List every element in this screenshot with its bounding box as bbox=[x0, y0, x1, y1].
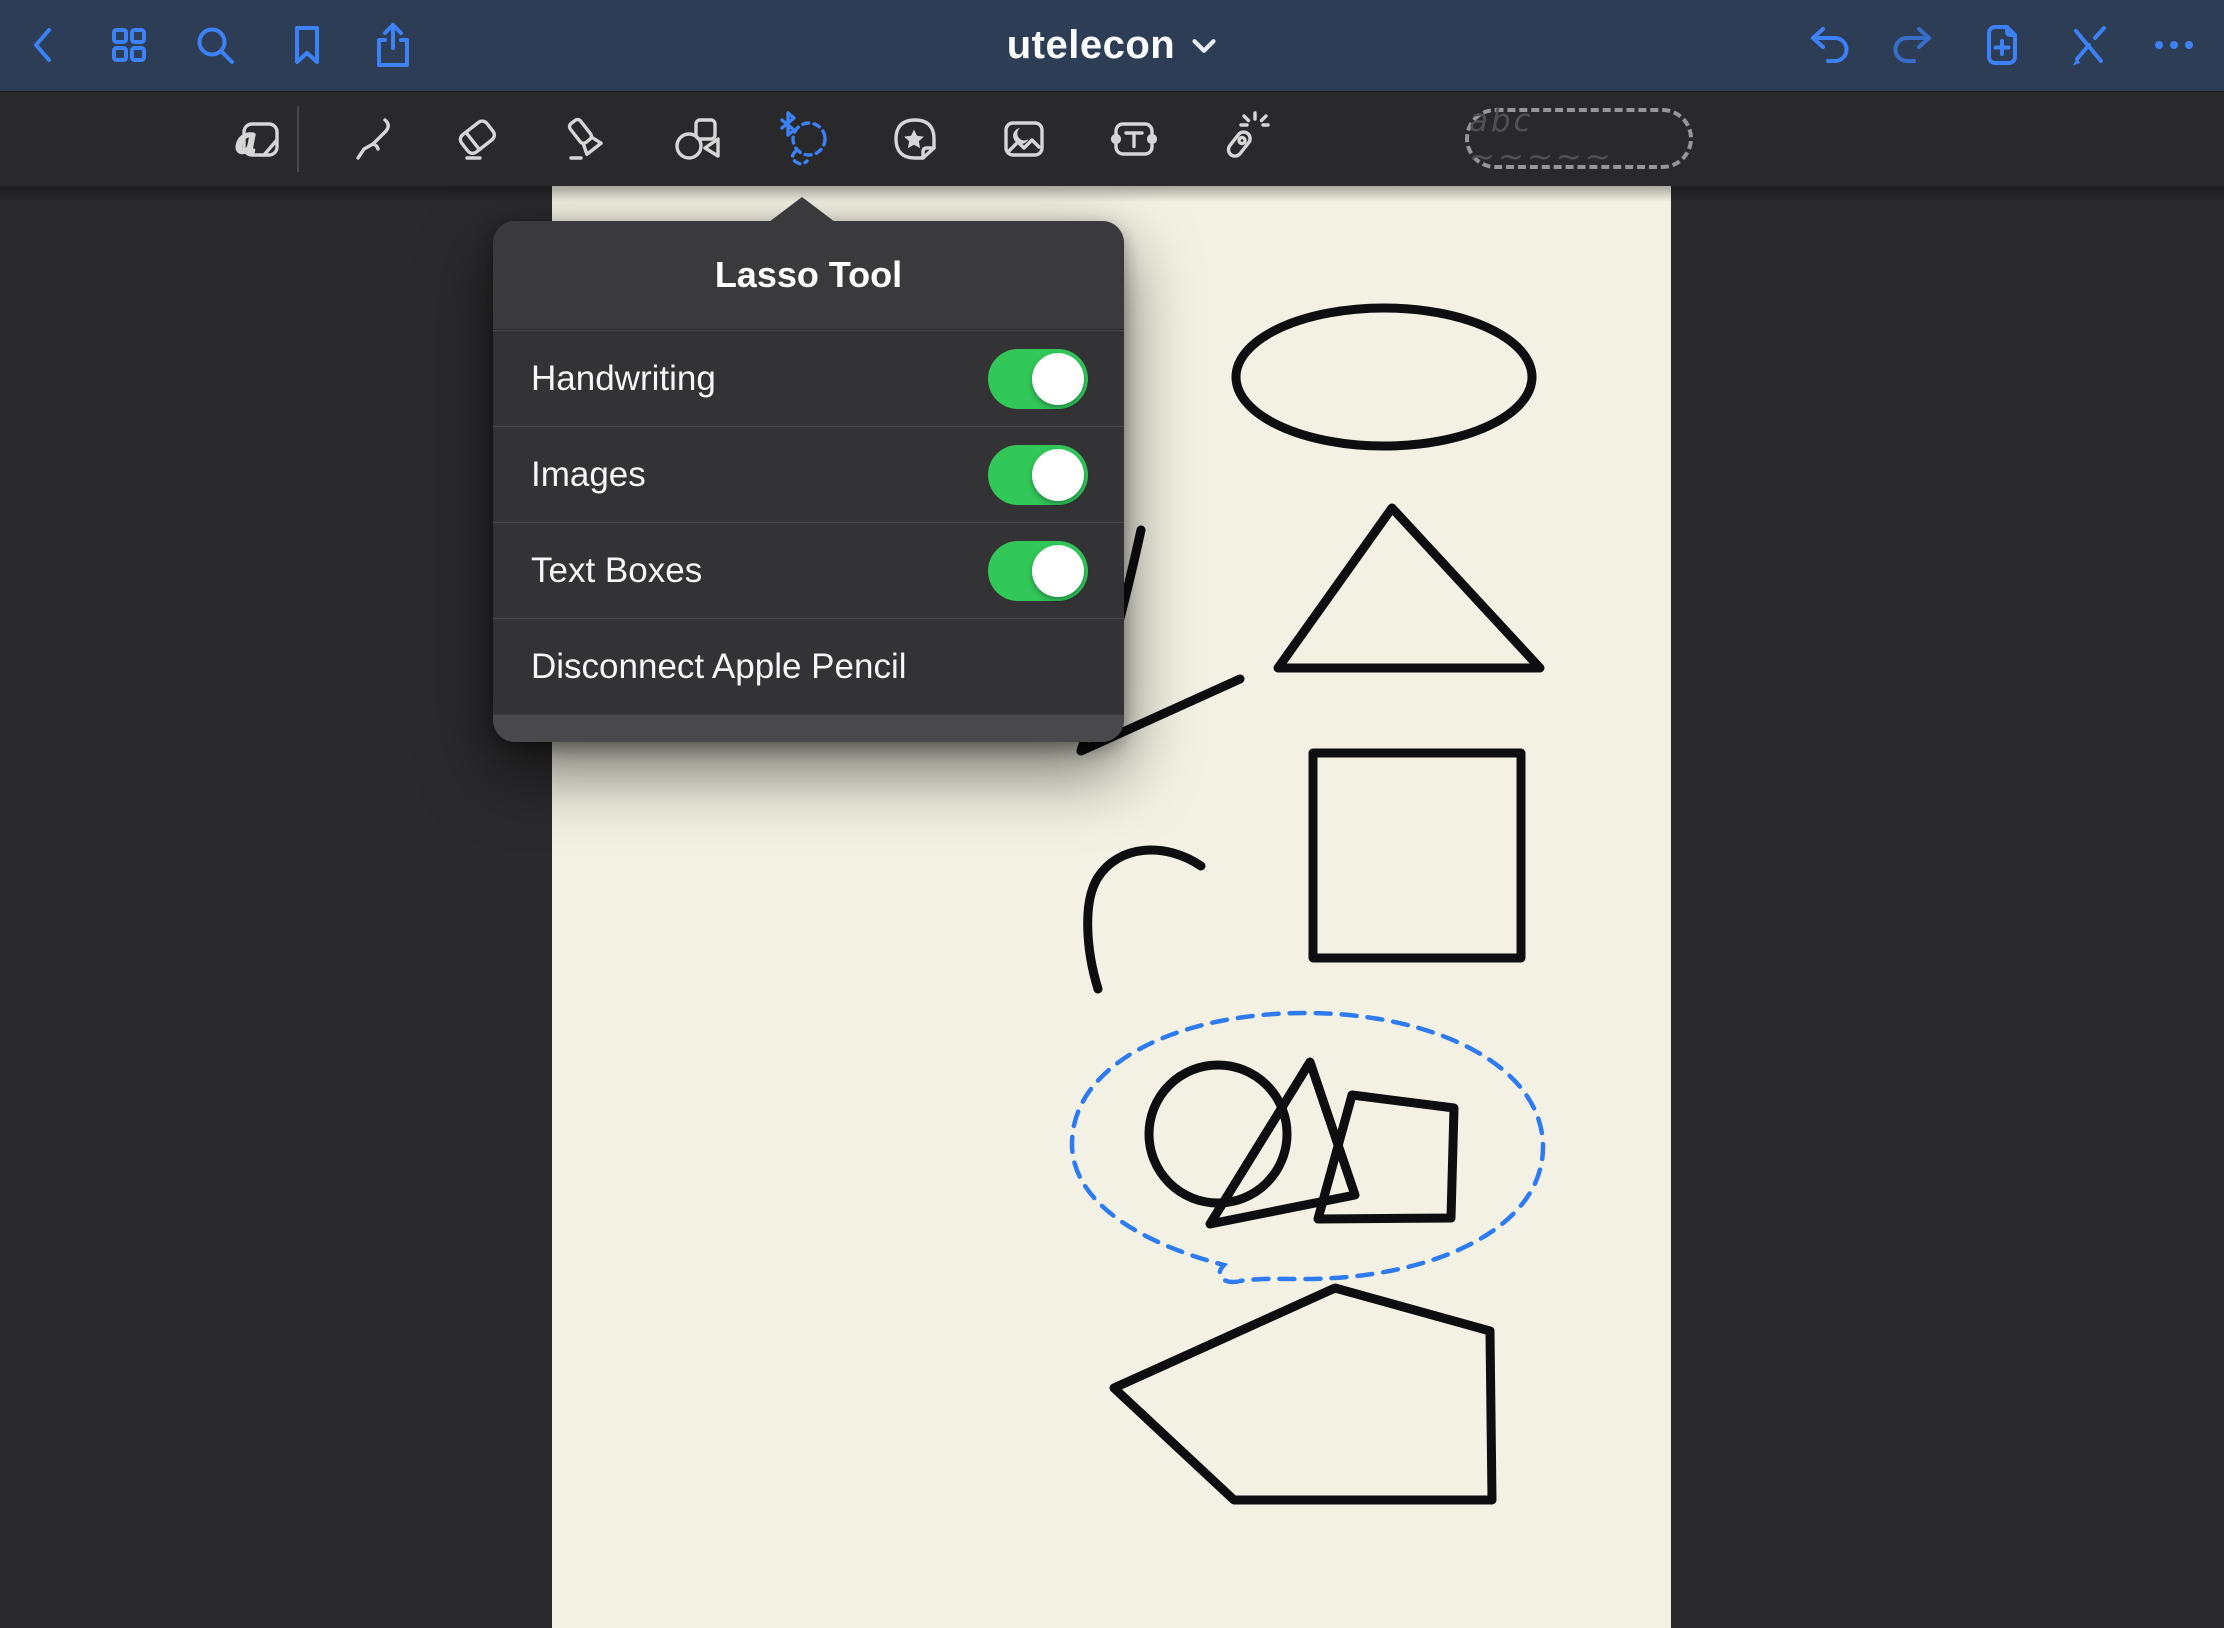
back-chevron-icon bbox=[15, 17, 71, 73]
drawn-square bbox=[1313, 753, 1521, 958]
navigation-bar bbox=[0, 0, 2224, 91]
pointer-tool[interactable] bbox=[1212, 111, 1268, 167]
pen-tool[interactable] bbox=[343, 111, 399, 167]
images-label: Images bbox=[531, 455, 988, 495]
shapes-tool[interactable] bbox=[668, 111, 724, 167]
sticker-star-icon bbox=[887, 111, 943, 167]
ellipsis-icon bbox=[2146, 17, 2202, 73]
undo-button[interactable] bbox=[1801, 17, 1857, 73]
drawn-pentagon bbox=[1114, 1288, 1492, 1500]
redo-button[interactable] bbox=[1885, 17, 1941, 73]
text-boxes-label: Text Boxes bbox=[531, 551, 988, 591]
highlighter-tool[interactable] bbox=[559, 111, 615, 167]
add-page-button[interactable] bbox=[1974, 17, 2030, 73]
undo-icon bbox=[1801, 17, 1857, 73]
toggle-knob bbox=[1032, 545, 1084, 597]
pen-icon bbox=[343, 111, 399, 167]
more-options-button[interactable] bbox=[2146, 17, 2202, 73]
tools-bar: a bbox=[0, 91, 2224, 186]
lasso-tool[interactable] bbox=[778, 111, 834, 167]
drawn-ellipse bbox=[1236, 308, 1532, 446]
image-tool[interactable] bbox=[996, 111, 1052, 167]
disconnect-apple-pencil-button[interactable]: Disconnect Apple Pencil bbox=[493, 618, 1124, 714]
lasso-icon bbox=[778, 111, 834, 167]
toggle-knob bbox=[1032, 353, 1084, 405]
toggle-knob bbox=[1032, 449, 1084, 501]
popover-footer bbox=[493, 714, 1124, 742]
disconnect-apple-pencil-label: Disconnect Apple Pencil bbox=[531, 647, 1088, 687]
image-icon bbox=[996, 111, 1052, 167]
popover-row-handwriting: Handwriting bbox=[493, 330, 1124, 426]
lasso-tool-popover: Lasso Tool Handwriting Images Text Boxes… bbox=[493, 221, 1124, 742]
handwriting-label: Handwriting bbox=[531, 359, 988, 399]
pen-mode-toggle-button[interactable] bbox=[2060, 17, 2116, 73]
popover-row-text-boxes: Text Boxes bbox=[493, 522, 1124, 618]
eraser-tool[interactable] bbox=[450, 111, 506, 167]
elements-tool[interactable] bbox=[887, 111, 943, 167]
images-toggle[interactable] bbox=[988, 445, 1088, 505]
page-overview-button[interactable] bbox=[101, 17, 157, 73]
handwriting-hint-field[interactable]: abc ~~~~~ bbox=[1465, 108, 1693, 169]
popover-row-images: Images bbox=[493, 426, 1124, 522]
svg-text:a: a bbox=[236, 121, 256, 161]
shapes-icon bbox=[668, 111, 724, 167]
hook-curve bbox=[1088, 850, 1201, 989]
bookmark-button[interactable] bbox=[279, 17, 335, 73]
search-icon bbox=[187, 17, 243, 73]
toolbar-divider bbox=[297, 106, 299, 172]
highlighter-icon bbox=[559, 111, 615, 167]
laser-pointer-icon bbox=[1212, 111, 1268, 167]
text-boxes-toggle[interactable] bbox=[988, 541, 1088, 601]
zoom-window-icon: a bbox=[231, 111, 287, 167]
grid-icon bbox=[101, 17, 157, 73]
add-page-icon bbox=[1974, 17, 2030, 73]
back-button[interactable] bbox=[15, 17, 71, 73]
zoom-window-tool[interactable]: a bbox=[231, 111, 287, 167]
search-button[interactable] bbox=[187, 17, 243, 73]
pen-cross-icon bbox=[2060, 17, 2116, 73]
popover-header: Lasso Tool bbox=[493, 221, 1124, 330]
lasso-selection[interactable] bbox=[1072, 1013, 1543, 1282]
share-icon bbox=[365, 17, 421, 73]
popover-arrow bbox=[769, 197, 835, 222]
bluetooth-icon bbox=[782, 113, 794, 135]
bookmark-icon bbox=[279, 17, 335, 73]
handwriting-hint-text: abc ~~~~~ bbox=[1469, 103, 1689, 175]
popover-title: Lasso Tool bbox=[715, 254, 902, 296]
drawn-triangle bbox=[1278, 508, 1540, 668]
eraser-icon bbox=[450, 111, 506, 167]
handwriting-toggle[interactable] bbox=[988, 349, 1088, 409]
share-button[interactable] bbox=[365, 17, 421, 73]
text-box-icon bbox=[1106, 111, 1162, 167]
text-tool[interactable] bbox=[1106, 111, 1162, 167]
redo-icon bbox=[1885, 17, 1941, 73]
